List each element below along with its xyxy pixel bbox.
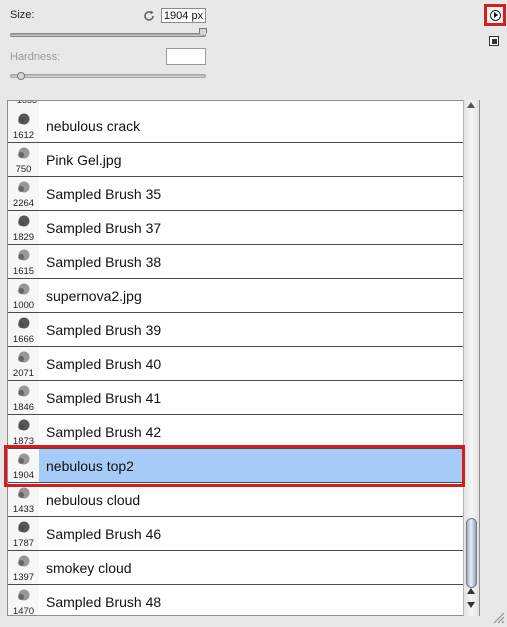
- brush-size-label: 1397: [12, 572, 35, 583]
- brush-name-label: nebulous top2: [46, 458, 134, 474]
- brush-thumbnail: 1829: [8, 211, 39, 244]
- brush-size-label: 2071: [12, 368, 35, 379]
- brush-tip-icon: [18, 113, 30, 125]
- brush-list-item[interactable]: 2071 Sampled Brush 40: [8, 347, 464, 381]
- brush-list-item[interactable]: 1787 Sampled Brush 46: [8, 517, 464, 551]
- brush-size-label: 1873: [12, 436, 35, 447]
- hardness-slider[interactable]: [10, 74, 206, 78]
- brush-size-label: 1470: [12, 606, 35, 616]
- brush-size-label: 1666: [12, 334, 35, 345]
- brush-size-label: 1846: [12, 402, 35, 413]
- brush-name-label: Sampled Brush 35: [46, 186, 162, 202]
- brush-name-label: Sampled Brush 42: [46, 424, 162, 440]
- brush-tip-icon: [18, 351, 30, 363]
- brush-name-label: Sampled Brush 41: [46, 390, 162, 406]
- new-preset-icon[interactable]: [489, 36, 499, 46]
- brush-name-label: Sampled Brush 40: [46, 356, 162, 372]
- brush-name-label: Sampled Brush 46: [46, 526, 162, 542]
- brush-name-label: Sampled Brush 38: [46, 254, 162, 270]
- brush-name-label: Sampled Brush 37: [46, 220, 162, 236]
- brush-size-label: 1433: [12, 504, 35, 515]
- brush-name-label: nebulous crack: [46, 118, 141, 134]
- brush-list-item[interactable]: 1904 nebulous top2: [8, 449, 464, 483]
- brush-thumbnail: 1615: [8, 245, 39, 278]
- brush-list-item[interactable]: 1873 Sampled Brush 42: [8, 415, 464, 449]
- brush-tip-icon: [18, 215, 30, 227]
- brush-thumbnail: 750: [8, 143, 39, 176]
- brush-name-label: supernova2.jpg: [46, 288, 142, 304]
- brush-name-label: Sampled Brush 39: [46, 322, 162, 338]
- brush-thumbnail: 1433: [8, 483, 39, 516]
- brush-preset-list[interactable]: 1333 1612 nebulous crack 750 Pink Gel.jpg 22…: [7, 100, 480, 616]
- brush-size-label: 2264: [12, 198, 35, 209]
- brush-name-label: smokey cloud: [46, 560, 132, 576]
- brush-tip-icon: [18, 453, 30, 465]
- scroll-down-arrow-icon[interactable]: [467, 602, 475, 608]
- hardness-label: Hardness:: [10, 51, 61, 63]
- brush-thumbnail: 1612: [8, 109, 39, 142]
- brush-tip-icon: [18, 521, 30, 533]
- scrollbar-thumb[interactable]: [466, 518, 477, 588]
- brush-list-item[interactable]: 2264 Sampled Brush 35: [8, 177, 464, 211]
- brush-tip-icon: [18, 487, 30, 499]
- brush-tip-icon: [18, 181, 30, 193]
- brush-thumbnail: 1000: [8, 279, 39, 312]
- reset-circular-arrow-icon[interactable]: [142, 9, 156, 23]
- brush-list-item[interactable]: 1615 Sampled Brush 38: [8, 245, 464, 279]
- hardness-slider-thumb[interactable]: [17, 72, 25, 80]
- brush-name-label: Sampled Brush 48: [46, 594, 162, 610]
- resize-grip-icon[interactable]: [492, 611, 505, 624]
- size-label: Size:: [10, 9, 35, 21]
- scroll-up-arrow-icon[interactable]: [467, 588, 475, 594]
- brush-list-item[interactable]: 750 Pink Gel.jpg: [8, 143, 464, 177]
- brush-thumbnail: 1846: [8, 381, 39, 414]
- brush-size-label: 1615: [12, 266, 35, 277]
- brush-tip-icon: [18, 419, 30, 431]
- brush-size-label: 750: [15, 164, 32, 175]
- brush-tip-icon: [18, 555, 30, 567]
- brush-options-panel: Size: 1904 px Hardness:: [0, 0, 507, 92]
- brush-name-label: nebulous cloud: [46, 492, 141, 508]
- brush-size-label: 1000: [12, 300, 35, 311]
- brush-list-item[interactable]: 1846 Sampled Brush 41: [8, 381, 464, 415]
- scroll-top-cap-icon: [467, 102, 475, 108]
- brush-thumbnail: 1787: [8, 517, 39, 550]
- brush-tip-icon: [18, 147, 30, 159]
- brush-thumbnail: 2264: [8, 177, 39, 210]
- brush-thumbnail: 1904: [8, 449, 39, 482]
- brush-thumbnail: 2071: [8, 347, 39, 380]
- brush-list-item[interactable]: 1000 supernova2.jpg: [8, 279, 464, 313]
- brush-tip-icon: [18, 249, 30, 261]
- brush-list-item[interactable]: 1433 nebulous cloud: [8, 483, 464, 517]
- brush-size-label: 1829: [12, 232, 35, 243]
- brush-tip-icon: [18, 283, 30, 295]
- brush-rows: 1612 nebulous crack 750 Pink Gel.jpg 2264 Sam…: [8, 109, 464, 616]
- brush-size-label: 1333: [17, 100, 38, 105]
- brush-thumbnail: 1666: [8, 313, 39, 346]
- brush-thumbnail: 1397: [8, 551, 39, 584]
- brush-list-item[interactable]: 1470 Sampled Brush 48: [8, 585, 464, 616]
- size-slider[interactable]: [10, 33, 206, 37]
- brush-size-label: 1904: [12, 470, 35, 481]
- brush-tip-icon: [18, 317, 30, 329]
- brush-size-label: 1612: [12, 130, 35, 141]
- list-scrollbar[interactable]: [463, 100, 479, 616]
- brush-list-item[interactable]: 1829 Sampled Brush 37: [8, 211, 464, 245]
- panel-menu-play-icon: [489, 9, 501, 21]
- brush-list-item[interactable]: 1666 Sampled Brush 39: [8, 313, 464, 347]
- brush-tip-icon: [18, 385, 30, 397]
- panel-menu-button[interactable]: [484, 4, 506, 26]
- brush-list-item[interactable]: 1612 nebulous crack: [8, 109, 464, 143]
- brush-list-item[interactable]: 1397 smokey cloud: [8, 551, 464, 585]
- brush-thumbnail: 1470: [8, 585, 39, 616]
- brush-name-label: Pink Gel.jpg: [46, 152, 122, 168]
- size-input[interactable]: 1904 px: [161, 8, 206, 23]
- brush-size-label: 1787: [12, 538, 35, 549]
- brush-thumbnail: 1873: [8, 415, 39, 448]
- brush-tip-icon: [18, 589, 30, 601]
- hardness-input[interactable]: [166, 48, 206, 65]
